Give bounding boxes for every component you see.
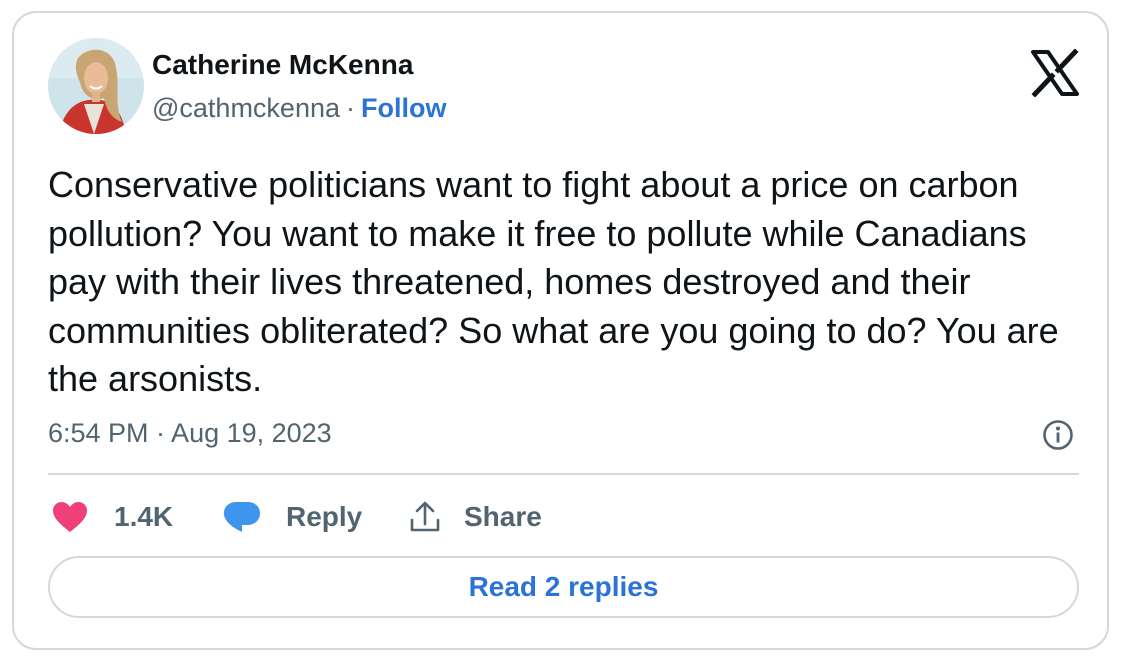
like-count: 1.4K	[114, 501, 174, 532]
avatar[interactable]	[48, 38, 144, 134]
like-button[interactable]: 1.4K	[52, 497, 173, 537]
reply-button[interactable]: Reply	[222, 497, 362, 537]
tweet-card: Catherine McKenna @cathmckenna · Follow Co…	[12, 11, 1109, 650]
avatar-photo-icon	[48, 38, 144, 134]
x-logo-icon[interactable]	[1030, 48, 1080, 98]
read-replies-button[interactable]: Read 2 replies	[48, 556, 1079, 618]
author-handle[interactable]: @cathmckenna	[152, 93, 340, 123]
tweet-text: Conservative politicians want to fight a…	[48, 164, 1059, 399]
reply-label: Reply	[286, 501, 363, 532]
follow-link[interactable]: Follow	[361, 93, 446, 123]
separator-dot: ·	[346, 93, 355, 123]
speech-bubble-icon	[223, 502, 260, 532]
info-icon[interactable]	[1042, 419, 1074, 451]
tweet-timestamp[interactable]: 6:54 PM · Aug 19, 2023	[48, 418, 332, 449]
share-button[interactable]: Share	[408, 497, 542, 537]
author-name[interactable]: Catherine McKenna	[152, 49, 413, 81]
read-replies-label: Read 2 replies	[468, 571, 659, 602]
share-label: Share	[464, 501, 542, 532]
divider	[48, 473, 1079, 475]
share-upload-icon	[410, 501, 440, 532]
handle-row: @cathmckenna · Follow	[152, 93, 446, 124]
heart-icon	[53, 502, 87, 532]
